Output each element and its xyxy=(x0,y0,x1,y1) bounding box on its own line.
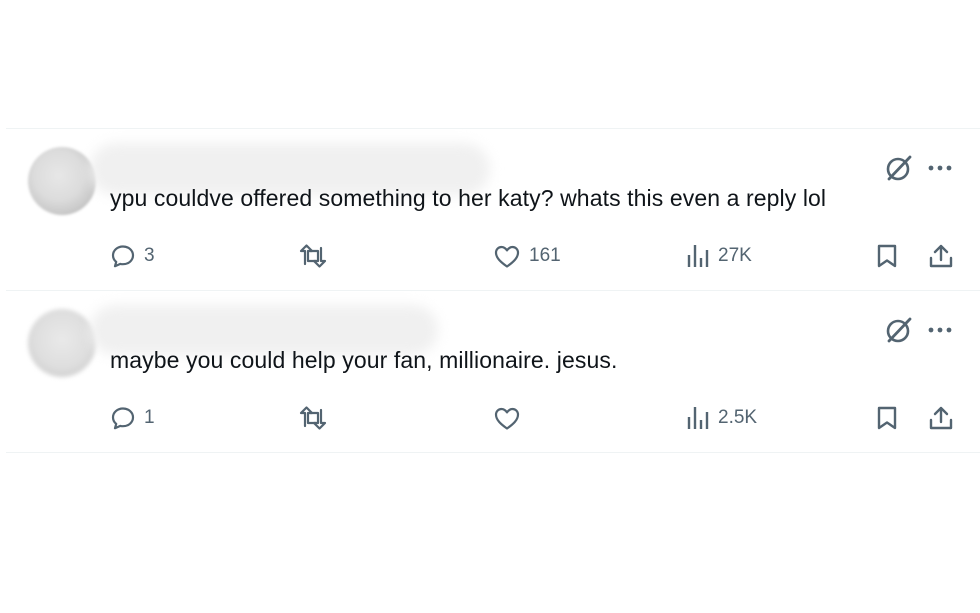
reply-item[interactable]: maybe you could help your fan, millionai… xyxy=(6,291,980,453)
avatar[interactable] xyxy=(28,147,96,215)
retweet-icon xyxy=(299,244,327,268)
reply-top-actions xyxy=(884,153,952,183)
views-icon xyxy=(687,407,709,429)
share-button[interactable] xyxy=(928,241,954,271)
bookmark-button[interactable] xyxy=(876,241,898,271)
heart-icon xyxy=(494,245,520,268)
like-button[interactable] xyxy=(493,403,529,433)
like-button[interactable]: 161 xyxy=(493,241,561,271)
share-button[interactable] xyxy=(928,403,954,433)
views-count: 2.5K xyxy=(718,407,758,428)
share-icon xyxy=(929,406,953,430)
share-icon xyxy=(929,244,953,268)
reply-count: 1 xyxy=(144,407,155,428)
reply-top-actions xyxy=(884,315,952,345)
views-button[interactable]: 2.5K xyxy=(686,403,757,433)
reply-action-bar: 3 161 27K xyxy=(108,241,954,271)
like-count: 161 xyxy=(529,245,561,266)
retweet-icon xyxy=(299,406,327,430)
replies-feed: ypu couldve offered something to her kat… xyxy=(6,128,980,453)
retweet-button[interactable] xyxy=(298,403,336,433)
reply-count: 3 xyxy=(144,245,155,266)
reply-button[interactable]: 1 xyxy=(110,403,155,433)
more-icon[interactable] xyxy=(928,163,952,173)
reply-text: maybe you could help your fan, millionai… xyxy=(110,347,618,373)
reply-icon xyxy=(111,407,135,430)
grok-icon[interactable] xyxy=(884,315,914,345)
grok-icon[interactable] xyxy=(884,153,914,183)
reply-button[interactable]: 3 xyxy=(110,241,155,271)
heart-icon xyxy=(494,407,520,430)
reply-icon xyxy=(111,245,135,268)
bookmark-icon xyxy=(877,406,897,430)
views-button[interactable]: 27K xyxy=(686,241,752,271)
more-icon[interactable] xyxy=(928,325,952,335)
reply-item[interactable]: ypu couldve offered something to her kat… xyxy=(6,129,980,291)
bookmark-icon xyxy=(877,244,897,268)
views-icon xyxy=(687,245,709,267)
avatar[interactable] xyxy=(28,309,96,377)
bookmark-button[interactable] xyxy=(876,403,898,433)
reply-action-bar: 1 2.5K xyxy=(108,403,954,433)
retweet-button[interactable] xyxy=(298,241,336,271)
views-count: 27K xyxy=(718,245,752,266)
reply-text: ypu couldve offered something to her kat… xyxy=(110,185,827,211)
